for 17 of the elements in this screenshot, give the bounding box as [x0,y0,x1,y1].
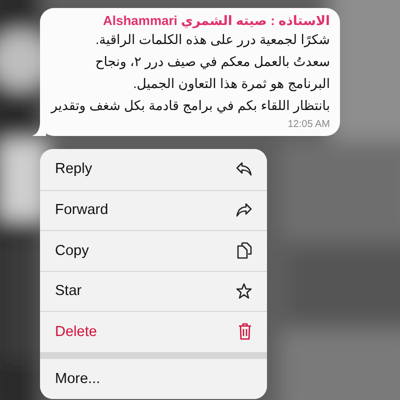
message-text: بانتظار اللقاء بكم في برامج قادمة بكل شغف وتقدير [50,97,330,116]
trash-icon [238,323,252,340]
message-text: البرنامج هو ثمرة هذا التعاون الجميل. [132,75,330,94]
message-time: 12:05 AM [288,119,330,130]
menu-item[interactable]: Reply [40,149,267,190]
sender-name: الاستاذه : صيته الشمري Alshammari [102,13,330,29]
forward-icon [236,203,252,218]
message-text: شكرًا لجمعية درر على هذه الكلمات الراقية. [94,31,330,50]
message-text: سعدتُ بالعمل معكم في صيف درر ٢، ونجاح [94,53,330,72]
copy-icon [237,242,252,260]
menu-item[interactable]: More... [40,358,267,399]
star-icon [236,283,252,300]
reply-icon [236,162,252,176]
menu-item[interactable]: Delete [40,311,267,352]
menu-item[interactable]: Copy [40,230,267,270]
menu-item[interactable]: Forward [40,190,267,230]
menu-item[interactable]: Star [40,270,267,311]
